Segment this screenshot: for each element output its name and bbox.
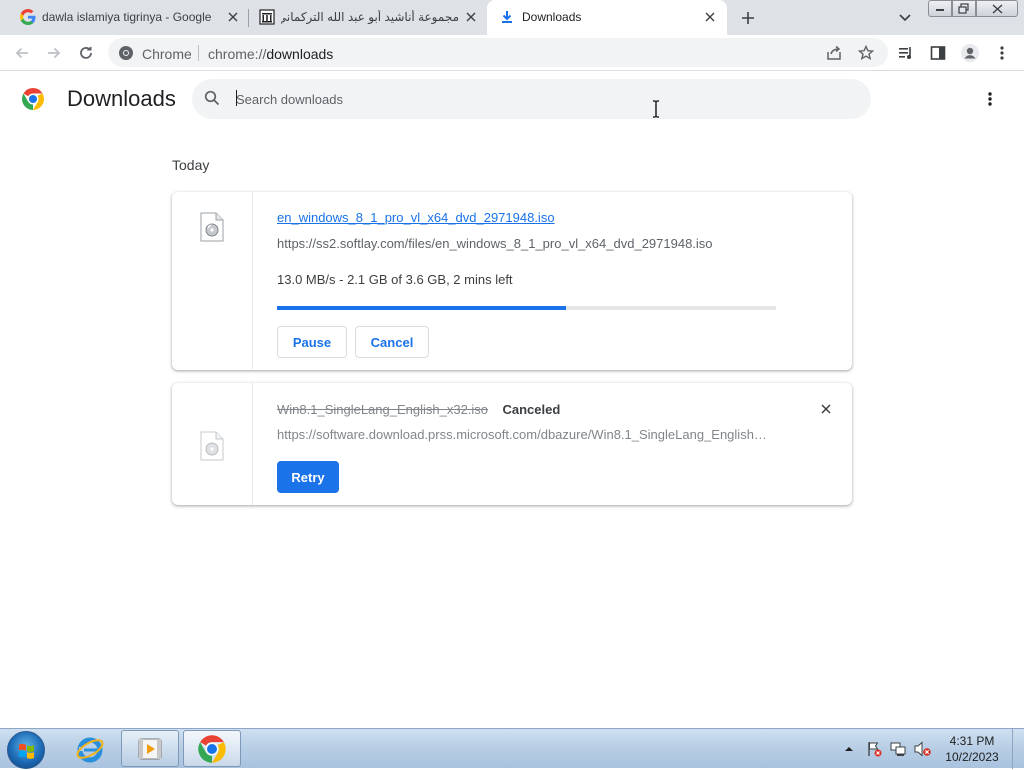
browser-toolbar: Chrome chrome://downloads [0, 35, 1024, 71]
media-player-icon[interactable] [121, 730, 179, 767]
chrome-site-icon [118, 45, 134, 61]
mouse-ibeam-cursor-icon [652, 100, 660, 118]
tab-search-chevron-icon[interactable] [895, 8, 915, 28]
download-canceled-tag: Canceled [502, 402, 561, 417]
system-clock[interactable]: 4:31 PM 10/2/2023 [936, 733, 1008, 765]
iso-file-icon [200, 431, 224, 461]
show-hidden-icons-arrow-icon[interactable] [844, 729, 854, 769]
download-filename-canceled: Win8.1_SingleLang_English_x32.iso [277, 402, 489, 417]
section-date-header: Today [172, 157, 210, 173]
tab-strip: dawla islamiya tigrinya - Google مجموعة … [0, 0, 1024, 35]
chrome-icon[interactable] [183, 730, 241, 767]
forward-arrow-icon[interactable] [42, 41, 66, 65]
remove-from-list-icon[interactable] [816, 399, 836, 419]
side-panel-icon[interactable] [926, 41, 950, 65]
download-progress-fill [277, 306, 567, 310]
address-bar[interactable]: Chrome chrome://downloads [108, 38, 888, 67]
download-item-in-progress: en_windows_8_1_pro_vl_x64_dvd_2971948.is… [172, 192, 852, 370]
action-center-flag-icon[interactable] [866, 729, 882, 769]
more-actions-icon[interactable] [980, 89, 1000, 109]
tab-google-search[interactable]: dawla islamiya tigrinya - Google [10, 0, 246, 35]
close-tab-icon[interactable] [701, 8, 719, 26]
network-icon[interactable] [890, 729, 906, 769]
url-text: chrome://downloads [208, 46, 333, 62]
reload-icon[interactable] [74, 41, 98, 65]
profile-avatar-icon[interactable] [958, 41, 982, 65]
tab-title: dawla islamiya tigrinya - Google [42, 10, 212, 24]
download-filename-link[interactable]: en_windows_8_1_pro_vl_x64_dvd_2971948.is… [277, 210, 555, 225]
download-source-url[interactable]: https://software.download.prss.microsoft… [277, 427, 772, 442]
tab-arabic-page[interactable]: مجموعة أناشيد أبو عبد الله التركماني : أ… [249, 0, 485, 35]
cancel-button[interactable]: Cancel [355, 326, 429, 358]
retry-button[interactable]: Retry [277, 461, 339, 493]
windows-start-button[interactable] [7, 731, 45, 769]
search-downloads-box[interactable] [192, 79, 871, 119]
url-scheme: chrome:// [208, 46, 267, 62]
show-desktop-button[interactable] [1012, 729, 1024, 769]
bookmark-star-icon[interactable] [856, 43, 876, 63]
page-title: Downloads [67, 86, 176, 111]
download-source-url[interactable]: https://ss2.softlay.com/files/en_windows… [277, 236, 827, 251]
google-g-icon [20, 9, 36, 25]
site-name: Chrome [142, 46, 192, 62]
text-caret [236, 90, 237, 106]
download-icon-column [172, 383, 253, 505]
clock-date: 10/2/2023 [945, 750, 999, 764]
share-icon[interactable] [824, 43, 844, 63]
new-tab-button[interactable] [736, 6, 760, 30]
chrome-menu-icon[interactable] [990, 41, 1014, 65]
media-controls-icon[interactable] [894, 41, 918, 65]
clock-time: 4:31 PM [949, 734, 995, 748]
tab-title: مجموعة أناشيد أبو عبد الله التركماني : أ… [281, 10, 459, 24]
pause-button[interactable]: Pause [277, 326, 347, 358]
download-item-canceled: Win8.1_SingleLang_English_x32.iso Cancel… [172, 383, 852, 505]
omnibox-divider [198, 45, 199, 61]
close-tab-icon[interactable] [224, 8, 242, 26]
tab-downloads[interactable]: Downloads [487, 0, 727, 35]
windows-taskbar: 4:31 PM 10/2/2023 [0, 728, 1024, 769]
url-path: downloads [266, 46, 334, 62]
back-arrow-icon[interactable] [10, 41, 34, 65]
chrome-logo-icon [21, 87, 45, 111]
tab-title: Downloads [522, 10, 582, 24]
iso-file-icon [200, 212, 224, 242]
search-icon [204, 90, 220, 106]
close-window-button[interactable] [976, 0, 1018, 17]
internet-explorer-icon[interactable] [61, 730, 119, 767]
close-tab-icon[interactable] [462, 8, 480, 26]
volume-muted-icon[interactable] [914, 729, 932, 769]
download-status-text: 13.0 MB/s - 2.1 GB of 3.6 GB, 2 mins lef… [277, 272, 513, 287]
bank-icon [259, 9, 275, 25]
download-icon-column [172, 192, 253, 370]
minimize-window-button[interactable] [928, 0, 952, 17]
download-icon [499, 9, 515, 25]
search-input[interactable] [236, 89, 836, 109]
download-progress-bar [277, 306, 776, 310]
restore-window-button[interactable] [952, 0, 976, 17]
